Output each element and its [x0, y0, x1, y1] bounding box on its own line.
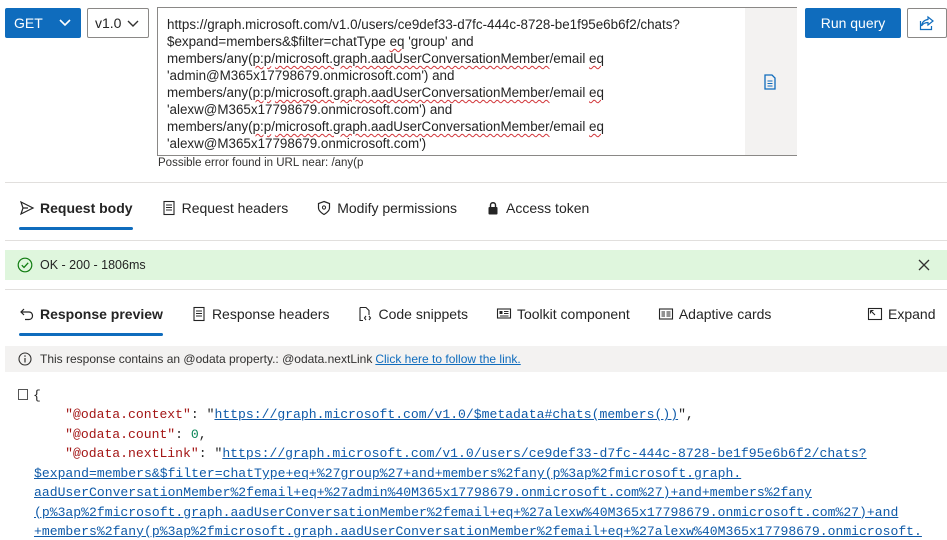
url-line: members/any(p:p/microsoft.graph.aadUserC…	[167, 85, 604, 100]
json-count-value: 0	[190, 426, 199, 442]
tab-label: Response preview	[40, 306, 163, 322]
tab-label: Toolkit component	[516, 306, 630, 322]
url-line: $expand=members&$filter=chatType eq 'gro…	[167, 34, 474, 49]
json-key-nextlink: "@odata.nextLink"	[65, 445, 199, 461]
follow-link[interactable]: Click here to follow the link.	[375, 352, 520, 366]
run-query-button[interactable]: Run query	[805, 8, 901, 38]
divider	[5, 289, 947, 290]
request-tabs: Request body Request headers Modify perm…	[5, 186, 603, 230]
code-file-icon	[359, 306, 372, 322]
url-line: 'alexw@M365x17798679.onmicrosoft.com') a…	[167, 102, 453, 117]
share-icon	[919, 15, 934, 31]
info-icon	[18, 352, 32, 366]
url-side-panel	[745, 8, 797, 155]
json-open-brace: {	[33, 388, 41, 403]
chevron-down-icon	[127, 20, 139, 27]
status-text: OK - 200 - 1806ms	[40, 258, 146, 272]
response-json-viewer: { "@odata.context": "https://graph.micro…	[18, 386, 947, 463]
url-line: members/any(p:p/microsoft.graph.aadUserC…	[167, 51, 604, 66]
document-icon	[193, 306, 205, 322]
tab-request-body[interactable]: Request body	[5, 186, 147, 230]
lock-icon	[488, 202, 498, 215]
status-message-bar: OK - 200 - 1806ms	[5, 250, 947, 280]
tab-label: Request headers	[181, 200, 289, 216]
query-url-input[interactable]: https://graph.microsoft.com/v1.0/users/c…	[157, 7, 797, 156]
checkmark-circle-icon	[17, 257, 33, 273]
toolkit-icon	[496, 308, 512, 319]
divider	[5, 240, 947, 241]
divider	[5, 182, 947, 183]
json-nextlink-line: +members%2fany(p%3ap%2fmicrosoft.graph.a…	[34, 523, 922, 539]
query-url-text: https://graph.microsoft.com/v1.0/users/c…	[167, 16, 737, 152]
tab-adaptive-cards[interactable]: Adaptive cards	[644, 292, 786, 336]
tab-response-preview[interactable]: Response preview	[5, 292, 177, 336]
json-nextlink-line: aadUserConversationMember%2femail+eq+%27…	[34, 485, 812, 501]
response-tabs: Response preview Response headers Code s…	[5, 292, 785, 336]
tab-label: Code snippets	[378, 306, 468, 322]
tab-request-headers[interactable]: Request headers	[147, 186, 303, 230]
url-line: 'admin@M365x17798679.onmicrosoft.com') a…	[167, 68, 455, 83]
fold-toggle-icon[interactable]	[18, 389, 28, 400]
card-icon	[658, 308, 673, 320]
json-nextlink-line[interactable]: https://graph.microsoft.com/v1.0/users/c…	[222, 446, 866, 461]
odata-info-bar: This response contains an @odata propert…	[5, 346, 947, 372]
json-nextlink-line: $expand=members&$filter=chatType+eq+%27g…	[34, 466, 742, 481]
document-icon	[163, 200, 175, 216]
url-line: 'alexw@M365x17798679.onmicrosoft.com')	[167, 136, 427, 151]
tab-access-token[interactable]: Access token	[471, 186, 603, 230]
url-line: members/any(p:p/microsoft.graph.aadUserC…	[167, 119, 604, 134]
send-icon	[19, 200, 35, 216]
tab-toolkit-component[interactable]: Toolkit component	[482, 292, 644, 336]
expand-label: Expand	[888, 306, 936, 322]
chevron-down-icon	[59, 19, 71, 27]
expand-button[interactable]: Expand	[867, 303, 935, 325]
json-nextlink-line: (p%3ap%2fmicrosoft.graph.aadUserConversa…	[34, 504, 899, 520]
json-key-context: "@odata.context"	[65, 407, 191, 423]
url-line: https://graph.microsoft.com/v1.0/users/c…	[167, 17, 680, 32]
tab-modify-permissions[interactable]: Modify permissions	[302, 186, 471, 230]
tab-label: Modify permissions	[337, 200, 458, 216]
shield-icon	[318, 200, 331, 216]
share-query-button[interactable]	[907, 8, 947, 38]
json-context-link[interactable]: https://graph.microsoft.com/v1.0/$metada…	[214, 407, 678, 422]
tab-label: Access token	[506, 200, 590, 216]
tab-response-headers[interactable]: Response headers	[177, 292, 344, 336]
undo-arrow-icon	[20, 308, 34, 321]
json-key-count: "@odata.count"	[65, 426, 176, 442]
url-error-hint: Possible error found in URL near: /any(p	[158, 157, 364, 169]
tab-code-snippets[interactable]: Code snippets	[343, 292, 482, 336]
expand-icon	[867, 307, 883, 321]
http-method-dropdown[interactable]: GET	[5, 8, 81, 38]
info-text: This response contains an @odata propert…	[40, 352, 373, 366]
tab-label: Adaptive cards	[678, 306, 772, 322]
http-method-label: GET	[14, 15, 43, 31]
close-icon[interactable]	[917, 258, 931, 272]
tab-label: Request body	[40, 200, 133, 216]
json-nextlink-continuation[interactable]: $expand=members&$filter=chatType+eq+%27g…	[34, 464, 922, 540]
document-icon[interactable]	[763, 74, 777, 90]
api-version-label: v1.0	[95, 15, 122, 31]
tab-label: Response headers	[211, 306, 330, 322]
api-version-dropdown[interactable]: v1.0	[87, 8, 149, 38]
